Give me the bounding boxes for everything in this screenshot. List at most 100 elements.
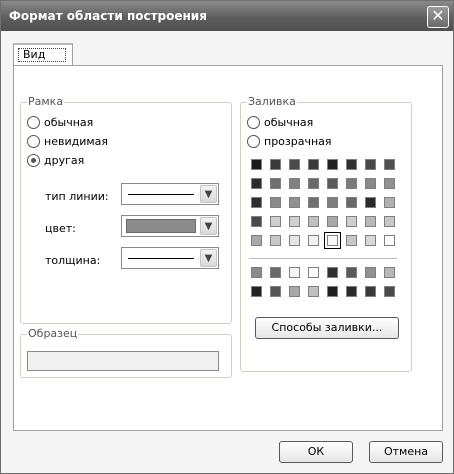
color-cell[interactable] [365, 178, 376, 189]
fill-effects-button-label: Способы заливки... [271, 321, 383, 334]
ok-button[interactable]: ОК [279, 441, 353, 463]
fill-group: Заливка обычная прозрачная Способы залив… [240, 96, 412, 372]
color-cell[interactable] [251, 216, 262, 227]
color-cell[interactable] [289, 267, 300, 278]
color-cell[interactable] [308, 286, 319, 297]
ok-button-label: ОК [307, 445, 325, 458]
chevron-down-icon[interactable]: ▼ [200, 217, 217, 235]
radio-button[interactable] [27, 116, 40, 129]
color-cell[interactable] [365, 159, 376, 170]
line-style-sample [128, 194, 194, 195]
close-icon: ✕ [431, 6, 445, 25]
color-cell[interactable] [289, 216, 300, 227]
color-cell[interactable] [346, 286, 357, 297]
color-cell[interactable] [289, 235, 300, 246]
color-cell[interactable] [251, 159, 262, 170]
color-cell[interactable] [327, 197, 338, 208]
line-weight-sample [128, 258, 194, 259]
radio-button[interactable] [247, 116, 260, 129]
cancel-button-label: Отмена [383, 445, 429, 458]
color-cell[interactable] [308, 267, 319, 278]
title-bar[interactable]: Формат области построения ✕ [1, 1, 453, 31]
color-cell[interactable] [346, 216, 357, 227]
radio-button-checked[interactable] [27, 154, 40, 167]
color-cell[interactable] [384, 178, 395, 189]
fill-option-transparent[interactable]: прозрачная [247, 134, 367, 150]
color-cell[interactable] [270, 235, 281, 246]
color-cell[interactable] [324, 232, 341, 249]
color-cell[interactable] [251, 197, 262, 208]
color-cell[interactable] [346, 197, 357, 208]
fill-effects-button[interactable]: Способы заливки... [255, 317, 399, 339]
color-cell[interactable] [384, 216, 395, 227]
color-cell[interactable] [346, 267, 357, 278]
border-option-custom[interactable]: другая [27, 153, 147, 169]
color-cell[interactable] [270, 159, 281, 170]
color-cell[interactable] [365, 216, 376, 227]
color-cell[interactable] [384, 267, 395, 278]
color-cell[interactable] [327, 216, 338, 227]
border-option-invisible[interactable]: невидимая [27, 134, 147, 150]
palette-separator [249, 258, 397, 259]
color-cell[interactable] [270, 267, 281, 278]
tab-view-label: Вид [18, 48, 66, 62]
border-group: Рамка обычная невидимая другая тип линии… [20, 96, 232, 324]
color-cell[interactable] [327, 267, 338, 278]
radio-button[interactable] [247, 135, 260, 148]
color-palette [251, 159, 401, 249]
color-cell[interactable] [270, 178, 281, 189]
color-cell[interactable] [308, 178, 319, 189]
color-cell[interactable] [365, 197, 376, 208]
color-cell[interactable] [327, 178, 338, 189]
color-cell[interactable] [327, 286, 338, 297]
color-cell[interactable] [327, 159, 338, 170]
border-option-normal[interactable]: обычная [27, 115, 147, 131]
line-type-label: тип линии: [45, 190, 109, 203]
color-cell[interactable] [308, 235, 319, 246]
format-plot-area-dialog: Формат области построения ✕ Вид Рамка об… [0, 0, 454, 474]
fill-option-normal[interactable]: обычная [247, 115, 367, 131]
color-cell[interactable] [384, 286, 395, 297]
color-cell[interactable] [365, 286, 376, 297]
color-cell[interactable] [289, 159, 300, 170]
thickness-label: толщина: [45, 254, 101, 267]
color-cell[interactable] [251, 235, 262, 246]
color-cell[interactable] [308, 197, 319, 208]
color-cell[interactable] [346, 159, 357, 170]
close-button[interactable]: ✕ [427, 6, 449, 28]
tab-content-panel: Рамка обычная невидимая другая тип линии… [13, 65, 443, 431]
chevron-down-icon[interactable]: ▼ [200, 249, 217, 267]
color-cell[interactable] [289, 286, 300, 297]
dialog-title: Формат области построения [9, 9, 207, 23]
color-label: цвет: [45, 222, 76, 235]
color-cell[interactable] [270, 197, 281, 208]
color-swatch [126, 219, 196, 233]
color-cell[interactable] [384, 197, 395, 208]
cancel-button[interactable]: Отмена [369, 441, 443, 463]
color-cell[interactable] [251, 286, 262, 297]
color-cell[interactable] [365, 235, 376, 246]
border-option-custom-label: другая [44, 154, 85, 167]
color-cell[interactable] [289, 178, 300, 189]
color-cell[interactable] [384, 235, 395, 246]
color-cell[interactable] [308, 216, 319, 227]
border-option-normal-label: обычная [44, 116, 94, 129]
color-cell[interactable] [270, 286, 281, 297]
color-cell[interactable] [346, 178, 357, 189]
color-cell[interactable] [251, 267, 262, 278]
color-cell[interactable] [289, 197, 300, 208]
color-cell[interactable] [384, 159, 395, 170]
chart-color-palette [251, 267, 401, 307]
color-select[interactable]: ▼ [121, 215, 219, 237]
color-cell[interactable] [270, 216, 281, 227]
line-type-select[interactable]: ▼ [121, 183, 219, 205]
fill-option-normal-label: обычная [264, 116, 314, 129]
color-cell[interactable] [308, 159, 319, 170]
color-cell[interactable] [346, 235, 357, 246]
thickness-select[interactable]: ▼ [121, 247, 219, 269]
color-cell[interactable] [251, 178, 262, 189]
color-cell[interactable] [365, 267, 376, 278]
tab-view[interactable]: Вид [13, 43, 73, 67]
radio-button[interactable] [27, 135, 40, 148]
chevron-down-icon[interactable]: ▼ [200, 185, 217, 203]
